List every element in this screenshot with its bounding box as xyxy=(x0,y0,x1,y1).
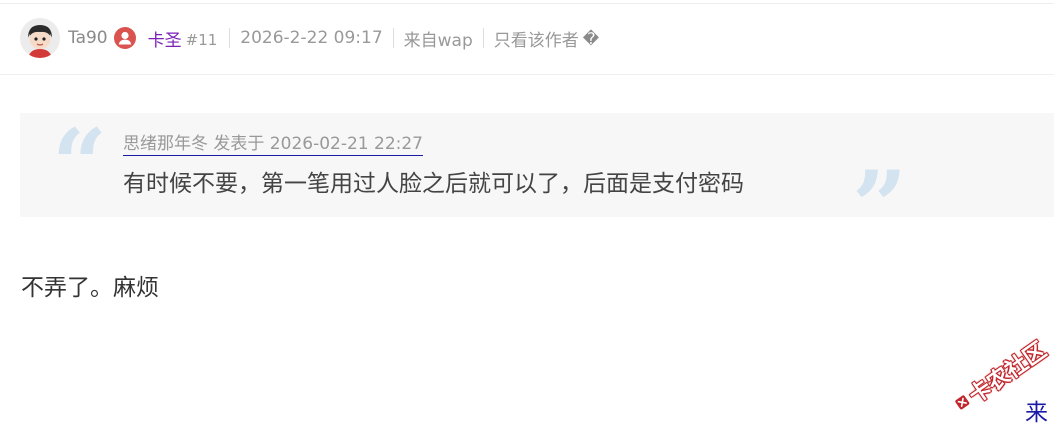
user-icon[interactable] xyxy=(113,27,136,49)
quote-text: 有时候不要，第一笔用过人脸之后就可以了，后面是支付密码 xyxy=(123,171,744,197)
quote-source-link[interactable]: 思绪那年冬 发表于 2026-02-21 22:27 xyxy=(123,133,423,156)
post-header: Ta90 卡圣 #11 2026-2-22 09:17 来自wap 只看该作者 … xyxy=(0,4,1054,75)
meta-divider xyxy=(229,28,231,48)
open-quote-icon: “ xyxy=(52,108,108,221)
replacement-char-icon: � xyxy=(582,28,600,48)
username-link[interactable]: Ta90 xyxy=(68,28,108,48)
meta-divider xyxy=(482,28,484,48)
quote-block: “ 思绪那年冬 发表于 2026-02-21 22:27 有时候不要，第一笔用过… xyxy=(20,108,1054,255)
post-datetime: 2026-2-22 09:17 xyxy=(240,28,383,48)
meta-divider xyxy=(392,28,394,48)
close-quote-icon: ” xyxy=(852,150,908,263)
post-body: 不弄了。麻烦 xyxy=(21,275,159,301)
avatar-cartoon-icon xyxy=(20,18,60,58)
post-source: 来自wap xyxy=(403,30,473,51)
floor-number: #11 xyxy=(185,31,218,49)
footer-link[interactable]: 来 xyxy=(1025,398,1048,428)
post-meta: Ta90 卡圣 #11 2026-2-22 09:17 来自wap 只看该作者 … xyxy=(68,26,600,51)
user-group-link[interactable]: 卡圣 xyxy=(148,26,182,51)
only-author-link[interactable]: 只看该作者 xyxy=(494,26,579,51)
user-avatar[interactable] xyxy=(20,18,60,58)
